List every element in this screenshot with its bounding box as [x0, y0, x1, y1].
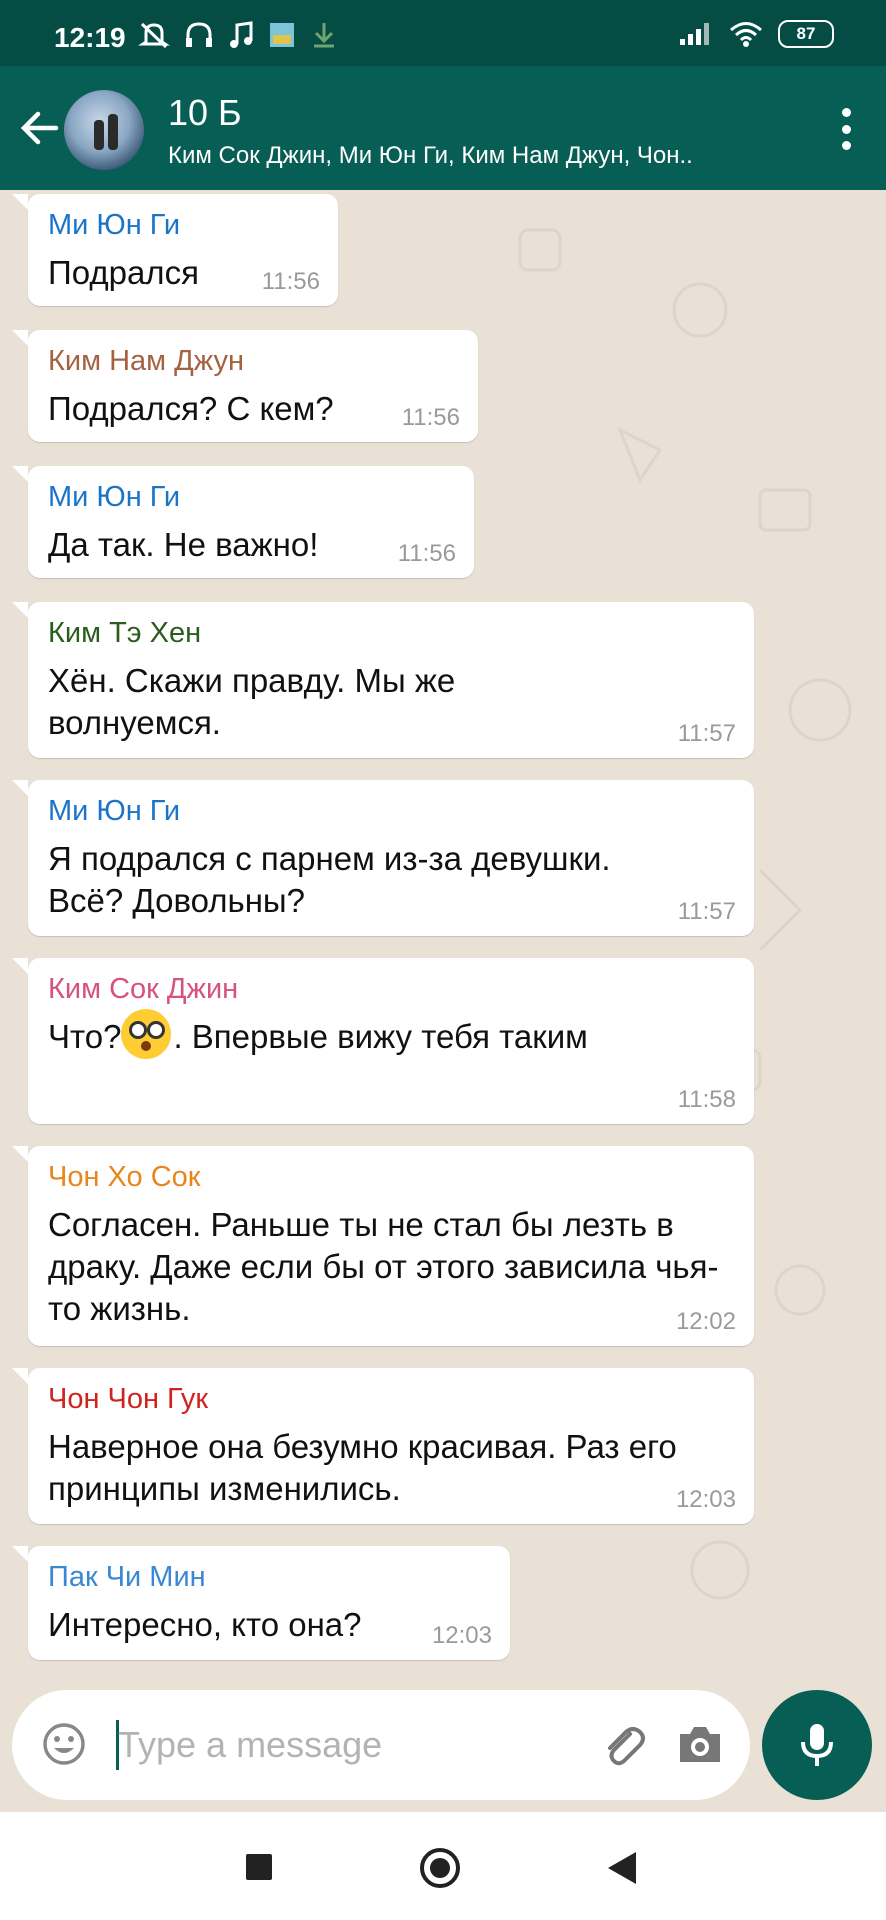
system-navigation-bar — [0, 1812, 886, 1920]
message-bubble[interactable]: Ким Нам Джун Подрался? С кем? 11:56 — [12, 330, 478, 442]
flushed-face-icon — [121, 1009, 172, 1060]
download-icon — [314, 23, 334, 48]
message-time: 11:56 — [401, 404, 460, 431]
message-bubble[interactable]: Ми Юн Ги Подрался 11:56 — [12, 194, 338, 306]
chat-header: 10 Б Ким Сок Джин, Ми Юн Ги, Ким Нам Джу… — [0, 66, 886, 190]
message-input[interactable]: Type a message — [118, 1724, 382, 1766]
message-bubble[interactable]: Ми Юн Ги Я подрался с парнем из-за девуш… — [12, 780, 754, 936]
message-sender[interactable]: Ким Тэ Хен — [48, 614, 736, 652]
group-avatar[interactable] — [64, 90, 144, 170]
message-text: Наверное она безумно красивая. Раз его п… — [48, 1428, 677, 1507]
message-time: 11:57 — [677, 720, 736, 747]
message-sender[interactable]: Чон Чон Гук — [48, 1380, 736, 1418]
emoji-icon[interactable] — [42, 1722, 86, 1766]
message-text: Хён. Скажи правду. Мы же волнуемся. — [48, 662, 456, 741]
group-members[interactable]: Ким Сок Джин, Ми Юн Ги, Ким Нам Джун, Чо… — [168, 142, 693, 170]
message-text: Я подрался с парнем из-за девушки. Всё? … — [48, 840, 611, 919]
message-time: 12:02 — [675, 1308, 736, 1335]
home-icon[interactable] — [420, 1848, 460, 1888]
message-text: Интересно, кто она? — [48, 1606, 362, 1643]
message-sender[interactable]: Ким Сок Джин — [48, 970, 736, 1008]
signal-icon — [680, 23, 709, 45]
message-time: 12:03 — [675, 1486, 736, 1513]
message-sender[interactable]: Ким Нам Джун — [48, 342, 460, 380]
message-bubble[interactable]: Чон Хо Сок Согласен. Раньше ты не стал б… — [12, 1146, 754, 1346]
message-text: Да так. Не важно! — [48, 526, 319, 563]
message-text-part: . Впервые вижу тебя таким — [173, 1018, 588, 1055]
camera-icon[interactable] — [676, 1722, 724, 1766]
status-time: 12:19 — [54, 22, 126, 53]
message-sender[interactable]: Ми Юн Ги — [48, 478, 456, 516]
music-icon — [230, 21, 253, 48]
message-time: 12:03 — [431, 1622, 492, 1649]
message-time: 11:58 — [677, 1086, 736, 1113]
message-bubble[interactable]: Ким Сок Джин Что? . Впервые вижу тебя так… — [12, 958, 754, 1124]
message-bubble[interactable]: Ким Тэ Хен Хён. Скажи правду. Мы же волн… — [12, 602, 754, 758]
nav-back-icon[interactable] — [608, 1852, 636, 1884]
message-list[interactable]: Ми Юн Ги Подрался 11:56 Ким Нам Джун Под… — [0, 190, 886, 1690]
mute-icon — [138, 22, 170, 49]
message-text: Подрался? С кем? — [48, 390, 334, 427]
message-text-part: Что? — [48, 1018, 122, 1055]
message-input-bar[interactable]: Type a message — [12, 1690, 750, 1800]
headphones-icon — [186, 22, 212, 47]
message-sender[interactable]: Пак Чи Мин — [48, 1558, 492, 1596]
message-sender[interactable]: Ми Юн Ги — [48, 206, 320, 244]
gallery-icon — [270, 23, 294, 47]
message-time: 11:56 — [397, 540, 456, 567]
message-text: Что? . Впервые вижу тебя таким — [48, 1009, 608, 1060]
message-bubble[interactable]: Пак Чи Мин Интересно, кто она? 12:03 — [12, 1546, 510, 1660]
battery-icon: 87 — [778, 20, 834, 48]
wifi-icon — [730, 22, 762, 47]
group-title[interactable]: 10 Б — [168, 92, 242, 134]
more-options-icon[interactable] — [840, 108, 852, 150]
message-sender[interactable]: Ми Юн Ги — [48, 792, 736, 830]
message-bubble[interactable]: Чон Чон Гук Наверное она безумно красива… — [12, 1368, 754, 1524]
recent-apps-icon[interactable] — [246, 1854, 272, 1880]
message-bubble[interactable]: Ми Юн Ги Да так. Не важно! 11:56 — [12, 466, 474, 578]
microphone-icon — [801, 1724, 833, 1766]
attach-icon[interactable] — [598, 1720, 648, 1770]
message-time: 11:56 — [261, 268, 320, 295]
message-text: Согласен. Раньше ты не стал бы лезть в д… — [48, 1206, 719, 1327]
status-bar: 12:19 87 — [0, 0, 886, 66]
microphone-button[interactable] — [762, 1690, 872, 1800]
back-arrow-icon[interactable] — [16, 104, 64, 152]
message-time: 11:57 — [677, 898, 736, 925]
message-sender[interactable]: Чон Хо Сок — [48, 1158, 736, 1196]
